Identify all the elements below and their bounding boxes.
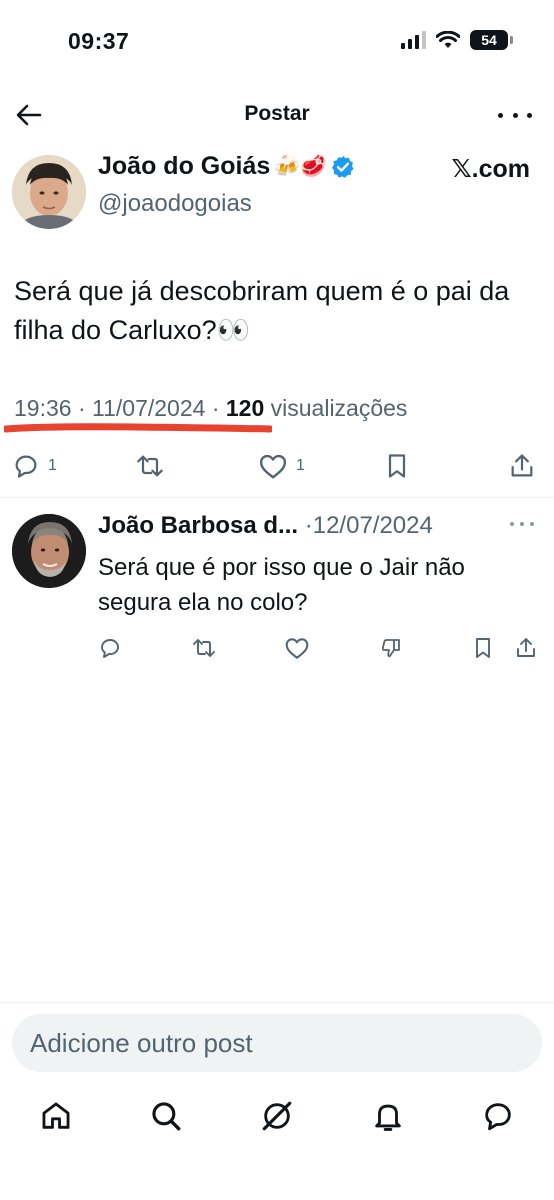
reply-icon [101, 639, 119, 658]
grok-icon [262, 1101, 292, 1131]
reply-author-name[interactable]: João Barbosa d... [98, 512, 298, 539]
nav-home-button[interactable] [36, 1096, 76, 1136]
reply-share-button[interactable] [514, 636, 538, 665]
post-actions: 1 1 [0, 450, 554, 486]
reply-like-button[interactable] [284, 636, 310, 665]
bottom-navigation [0, 1096, 554, 1140]
author-handle[interactable]: @joaodogoias [98, 190, 252, 218]
more-dot [510, 522, 514, 526]
top-header: Postar [0, 92, 554, 138]
nav-messages-button[interactable] [478, 1096, 518, 1136]
like-button[interactable]: 1 [258, 450, 305, 482]
heart-icon [259, 454, 287, 479]
post-date[interactable]: 11/07/2024 [92, 395, 205, 421]
reply-text: Será que é por isso que o Jair não segur… [98, 554, 465, 616]
more-dot [527, 112, 532, 118]
share-icon [511, 454, 533, 477]
more-dot [530, 522, 534, 526]
repost-icon [193, 639, 215, 657]
reply-actions [0, 636, 554, 662]
home-icon [42, 1102, 70, 1129]
reply-button[interactable]: 1 [12, 450, 57, 482]
more-options-button[interactable] [498, 100, 532, 130]
bookmark-icon [476, 638, 490, 658]
messages-icon [485, 1103, 511, 1131]
post-divider [0, 497, 554, 498]
bell-icon [375, 1104, 401, 1131]
reply-bookmark-button[interactable] [472, 636, 494, 665]
bookmark-icon [388, 454, 406, 478]
reply-separator: · [304, 512, 313, 539]
reply-header: João Barbosa d... ·12/07/2024 [98, 512, 433, 540]
author-avatar[interactable] [12, 155, 86, 229]
red-highlight-stroke [4, 423, 272, 433]
reply-date[interactable]: 12/07/2024 [313, 512, 433, 539]
nav-grok-button[interactable] [257, 1096, 297, 1136]
reply-more-button[interactable] [510, 522, 534, 526]
heart-icon [285, 638, 309, 659]
status-bar: 09:37 54 [0, 0, 554, 80]
search-icon [152, 1102, 181, 1131]
repost-button[interactable] [134, 450, 166, 482]
reply-icon [15, 455, 37, 478]
status-icons: 54 [401, 30, 513, 50]
status-time: 09:37 [68, 28, 130, 54]
verified-badge-icon [331, 155, 354, 178]
views-count: 120 [225, 395, 265, 421]
author-emojis: 🍻🥩 [274, 154, 327, 178]
author-name[interactable]: João do Goiás [98, 152, 270, 181]
page-title: Postar [244, 102, 310, 125]
add-post-input[interactable] [12, 1014, 542, 1072]
more-dot [512, 112, 518, 118]
battery-icon: 54 [470, 30, 513, 50]
more-dot [498, 112, 503, 118]
cellular-signal-icon [401, 31, 426, 49]
reply-dislike-button[interactable] [378, 636, 404, 665]
nav-search-button[interactable] [146, 1096, 186, 1136]
post-text: Será que já descobriram quem é o pai da … [14, 276, 510, 345]
wifi-icon [436, 31, 460, 48]
like-count: 1 [296, 457, 305, 474]
post-time[interactable]: 19:36 [14, 395, 72, 421]
compose-box[interactable] [12, 1014, 542, 1072]
share-icon [517, 638, 535, 657]
avatar-portrait-icon [12, 155, 86, 229]
reply-author-avatar[interactable] [12, 514, 86, 588]
bookmark-button[interactable] [384, 450, 410, 482]
compose-divider [0, 1002, 554, 1003]
meta-separator: · [211, 395, 226, 421]
views-label: visualizações [270, 395, 408, 421]
post-meta: 19:36 · 11/07/2024 · 120 visualizações [14, 395, 407, 422]
author-name-row[interactable]: João do Goiás 🍻🥩 [98, 152, 355, 181]
nav-notifications-button[interactable] [368, 1096, 408, 1136]
reply-count: 1 [48, 457, 57, 474]
avatar-portrait-icon [12, 514, 86, 588]
source-watermark: 𝕏.com [451, 155, 531, 183]
share-button[interactable] [508, 450, 536, 482]
battery-level: 54 [481, 32, 497, 48]
meta-separator: · [77, 395, 93, 421]
reply-reply-button[interactable] [98, 636, 122, 665]
repost-icon [137, 455, 163, 477]
thumbs-down-icon [381, 639, 400, 658]
more-dot [520, 522, 524, 526]
reply-repost-button[interactable] [190, 636, 218, 665]
